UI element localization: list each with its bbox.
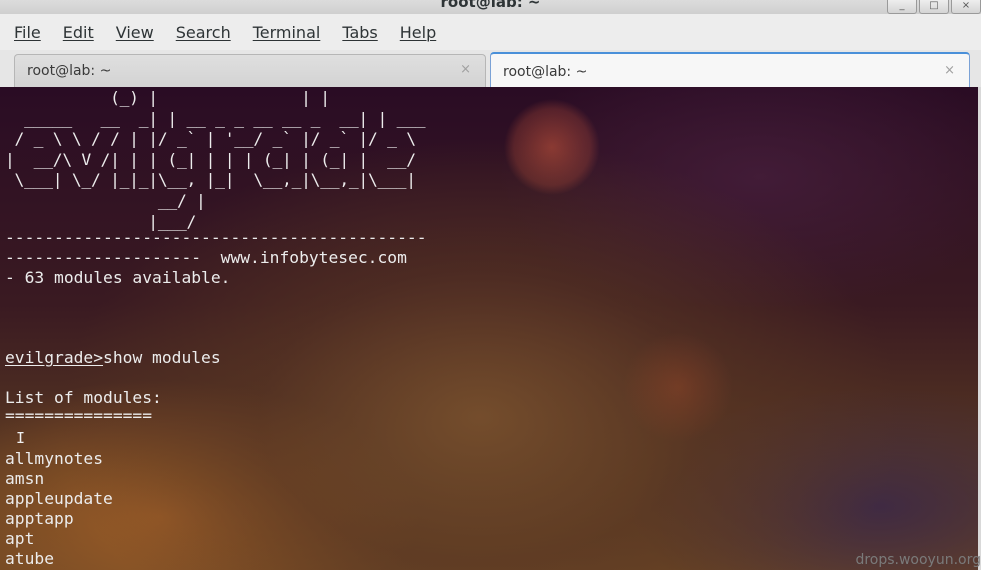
tab-label: root@lab: ~ — [27, 63, 112, 79]
watermark: drops.wooyun.org — [855, 552, 981, 568]
site-line: -------------------- www.infobytesec.com — [5, 248, 407, 267]
menu-tabs[interactable]: Tabs — [342, 23, 377, 42]
text-cursor-icon: I — [16, 429, 26, 447]
evilgrade-ascii-banner: (_) | | | _____ __ _| | __ _ _ __ __ _ _… — [5, 88, 426, 231]
list-underline: =============== — [5, 406, 153, 425]
modules-available-line: - 63 modules available. — [5, 268, 231, 287]
command-line: evilgrade>show modules — [5, 348, 221, 367]
tab-terminal-2[interactable]: root@lab: ~ × — [490, 52, 970, 87]
menu-file[interactable]: File — [14, 23, 41, 42]
terminal-output[interactable]: (_) | | | _____ __ _| | __ _ _ __ __ _ _… — [0, 87, 978, 570]
menu-search[interactable]: Search — [176, 23, 231, 42]
menu-help[interactable]: Help — [400, 23, 436, 42]
window-controls: _ □ × — [887, 0, 981, 14]
tab-bar: root@lab: ~ × root@lab: ~ × — [0, 50, 981, 88]
list-item: apptapp — [5, 509, 74, 528]
tab-label: root@lab: ~ — [503, 64, 588, 80]
command-text: show modules — [103, 348, 221, 367]
list-item: atube — [5, 549, 55, 568]
close-tab-icon[interactable]: × — [460, 62, 471, 77]
menu-terminal[interactable]: Terminal — [253, 23, 321, 42]
list-item: allmynotes — [5, 449, 104, 468]
close-tab-icon[interactable]: × — [944, 63, 955, 78]
list-item: amsn — [5, 469, 45, 488]
menu-bar: File Edit View Search Terminal Tabs Help — [0, 14, 981, 50]
minimize-icon[interactable]: _ — [887, 0, 917, 14]
window-title: root@lab: ~ — [440, 0, 541, 11]
menu-edit[interactable]: Edit — [63, 23, 94, 42]
shell-prompt: evilgrade> — [5, 348, 104, 367]
close-icon[interactable]: × — [951, 0, 981, 14]
list-item: appleupdate — [5, 489, 113, 508]
title-bar: root@lab: ~ _ □ × — [0, 0, 981, 14]
list-header: List of modules: — [5, 388, 162, 407]
list-item: apt — [5, 529, 35, 548]
maximize-icon[interactable]: □ — [919, 0, 949, 14]
tab-terminal-1[interactable]: root@lab: ~ × — [14, 54, 486, 87]
menu-view[interactable]: View — [116, 23, 154, 42]
separator-line: ----------------------------------------… — [5, 228, 427, 247]
